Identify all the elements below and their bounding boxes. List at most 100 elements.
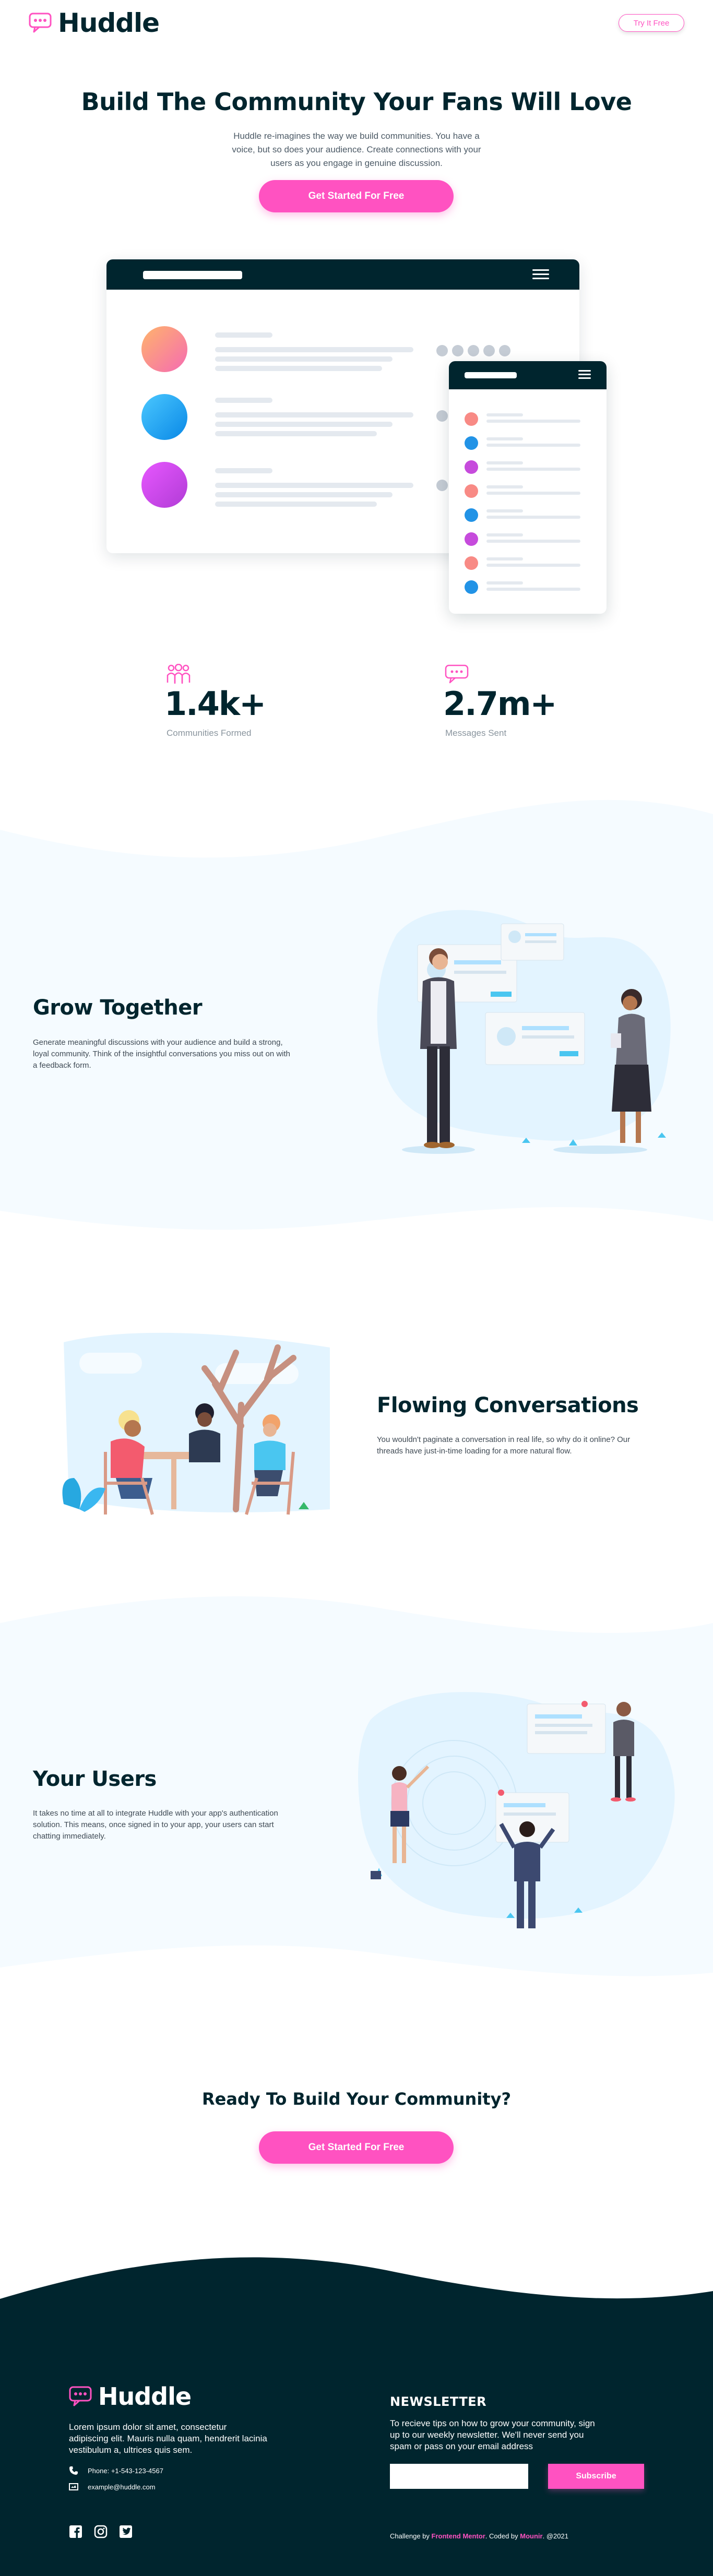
feature-text-flowing: You wouldn't paginate a conversation in … — [377, 1435, 631, 1456]
mockup-line — [215, 366, 382, 371]
mobile-line — [486, 420, 580, 423]
hamburger-icon — [532, 269, 549, 282]
mobile-title-pill — [465, 372, 517, 378]
footer-phone: Phone: +1-543-123-4567 — [69, 2466, 163, 2475]
frontend-mentor-link[interactable]: Frontend Mentor — [432, 2532, 485, 2540]
newsletter-email-input[interactable] — [390, 2464, 528, 2489]
stat-label: Communities Formed — [167, 728, 252, 738]
stat-label: Messages Sent — [445, 728, 507, 738]
try-it-free-button[interactable]: Try It Free — [619, 14, 684, 32]
footer-logo[interactable]: Huddle — [69, 2382, 192, 2411]
mobile-line — [486, 461, 523, 464]
logo-text: Huddle — [58, 8, 160, 38]
mobile-line — [486, 468, 580, 471]
mockup-line — [215, 398, 272, 403]
mobile-line — [486, 437, 523, 440]
mobile-line — [486, 588, 580, 591]
site-header: Huddle Try It Free — [29, 8, 684, 38]
landing-page: Huddle Try It Free Build The Community Y… — [0, 0, 713, 2576]
mockup-line — [215, 468, 272, 473]
mobile-line — [486, 557, 523, 560]
mobile-line — [486, 485, 523, 488]
feature-title-grow: Grow Together — [33, 996, 203, 1020]
mobile-line — [486, 533, 523, 536]
mockup-line — [215, 492, 393, 497]
hero-get-started-button[interactable]: Get Started For Free — [259, 180, 454, 212]
mockup-line — [215, 356, 393, 362]
newsletter-text: To recieve tips on how to grow your comm… — [390, 2418, 595, 2451]
mobile-line — [486, 492, 580, 495]
mobile-line — [486, 581, 523, 585]
avatar — [465, 460, 478, 474]
subscribe-button[interactable]: Subscribe — [548, 2464, 644, 2489]
avatar — [465, 532, 478, 546]
grow-together-illustration — [377, 910, 671, 1154]
mockup-line — [215, 347, 413, 352]
mobile-top-bar — [449, 361, 607, 389]
stat-communities: 1.4k+ Communities Formed — [104, 664, 313, 738]
mockup-dot — [452, 345, 464, 356]
communities-icon — [167, 664, 191, 684]
mockup-title-pill — [143, 271, 242, 279]
avatar — [465, 508, 478, 522]
mockup-dot — [468, 345, 479, 356]
newsletter-title: NEWSLETTER — [390, 2394, 487, 2409]
avatar — [465, 580, 478, 594]
author-link[interactable]: Mounir — [520, 2532, 542, 2540]
ready-get-started-button[interactable]: Get Started For Free — [259, 2131, 454, 2164]
social-links — [69, 2525, 133, 2538]
logo[interactable]: Huddle — [29, 8, 160, 38]
stat-value: 2.7m+ — [443, 685, 557, 723]
avatar — [141, 462, 187, 508]
footer-phone-text: Phone: +1-543-123-4567 — [88, 2466, 163, 2475]
footer-email-text[interactable]: example@huddle.com — [88, 2483, 156, 2491]
footer-credits: Challenge by Frontend Mentor. Coded by M… — [390, 2532, 568, 2540]
credits-prefix: Challenge by — [390, 2532, 430, 2540]
hero-title: Build The Community Your Fans Will Love — [81, 88, 632, 116]
avatar — [465, 436, 478, 450]
chat-bubble-icon — [69, 2386, 92, 2406]
avatar — [141, 394, 187, 440]
mockup-line — [215, 502, 377, 507]
mockup-dot — [436, 410, 448, 422]
ready-title: Ready To Build Your Community? — [201, 2089, 512, 2109]
avatar — [465, 412, 478, 426]
mockup-dot — [483, 345, 495, 356]
hero-description: Huddle re-imagines the way we build comm… — [232, 131, 481, 168]
mockup-dot — [499, 345, 510, 356]
mockup-line — [215, 483, 413, 488]
mockup-line — [215, 332, 272, 338]
phone-icon — [69, 2466, 78, 2475]
avatar — [141, 326, 187, 372]
credits-middle: . Coded by — [485, 2532, 518, 2540]
mobile-line — [486, 413, 523, 416]
mobile-line — [486, 509, 523, 512]
mockup-line — [215, 422, 393, 427]
mockup-line — [215, 431, 377, 436]
stat-messages: 2.7m+ Messages Sent — [383, 664, 591, 738]
mobile-line — [486, 444, 580, 447]
email-icon — [69, 2483, 78, 2490]
mockup-dot — [436, 480, 448, 491]
facebook-icon[interactable] — [69, 2525, 82, 2538]
feature-title-flowing: Flowing Conversations — [377, 1393, 639, 1417]
feature-text-users: It takes no time at all to integrate Hud… — [33, 1809, 278, 1841]
mobile-line — [486, 564, 580, 567]
footer-description: Lorem ipsum dolor sit amet, consectetur … — [69, 2422, 267, 2455]
flowing-conversation-illustration — [62, 1332, 330, 1515]
instagram-icon[interactable] — [94, 2525, 108, 2538]
your-users-illustration — [358, 1692, 675, 1928]
avatar — [465, 556, 478, 570]
twitter-icon[interactable] — [119, 2525, 133, 2538]
feature-text-grow: Generate meaningful discussions with you… — [33, 1038, 291, 1070]
mobile-line — [486, 540, 580, 543]
footer-email: example@huddle.com — [69, 2483, 156, 2491]
mockup-dot — [436, 345, 448, 356]
feature-title-users: Your Users — [33, 1767, 157, 1791]
mockup-top-bar — [106, 259, 579, 290]
hamburger-icon — [578, 370, 591, 381]
avatar — [465, 484, 478, 498]
mockup-line — [215, 412, 413, 418]
chat-bubble-icon — [29, 13, 52, 33]
footer-logo-text: Huddle — [98, 2382, 192, 2411]
